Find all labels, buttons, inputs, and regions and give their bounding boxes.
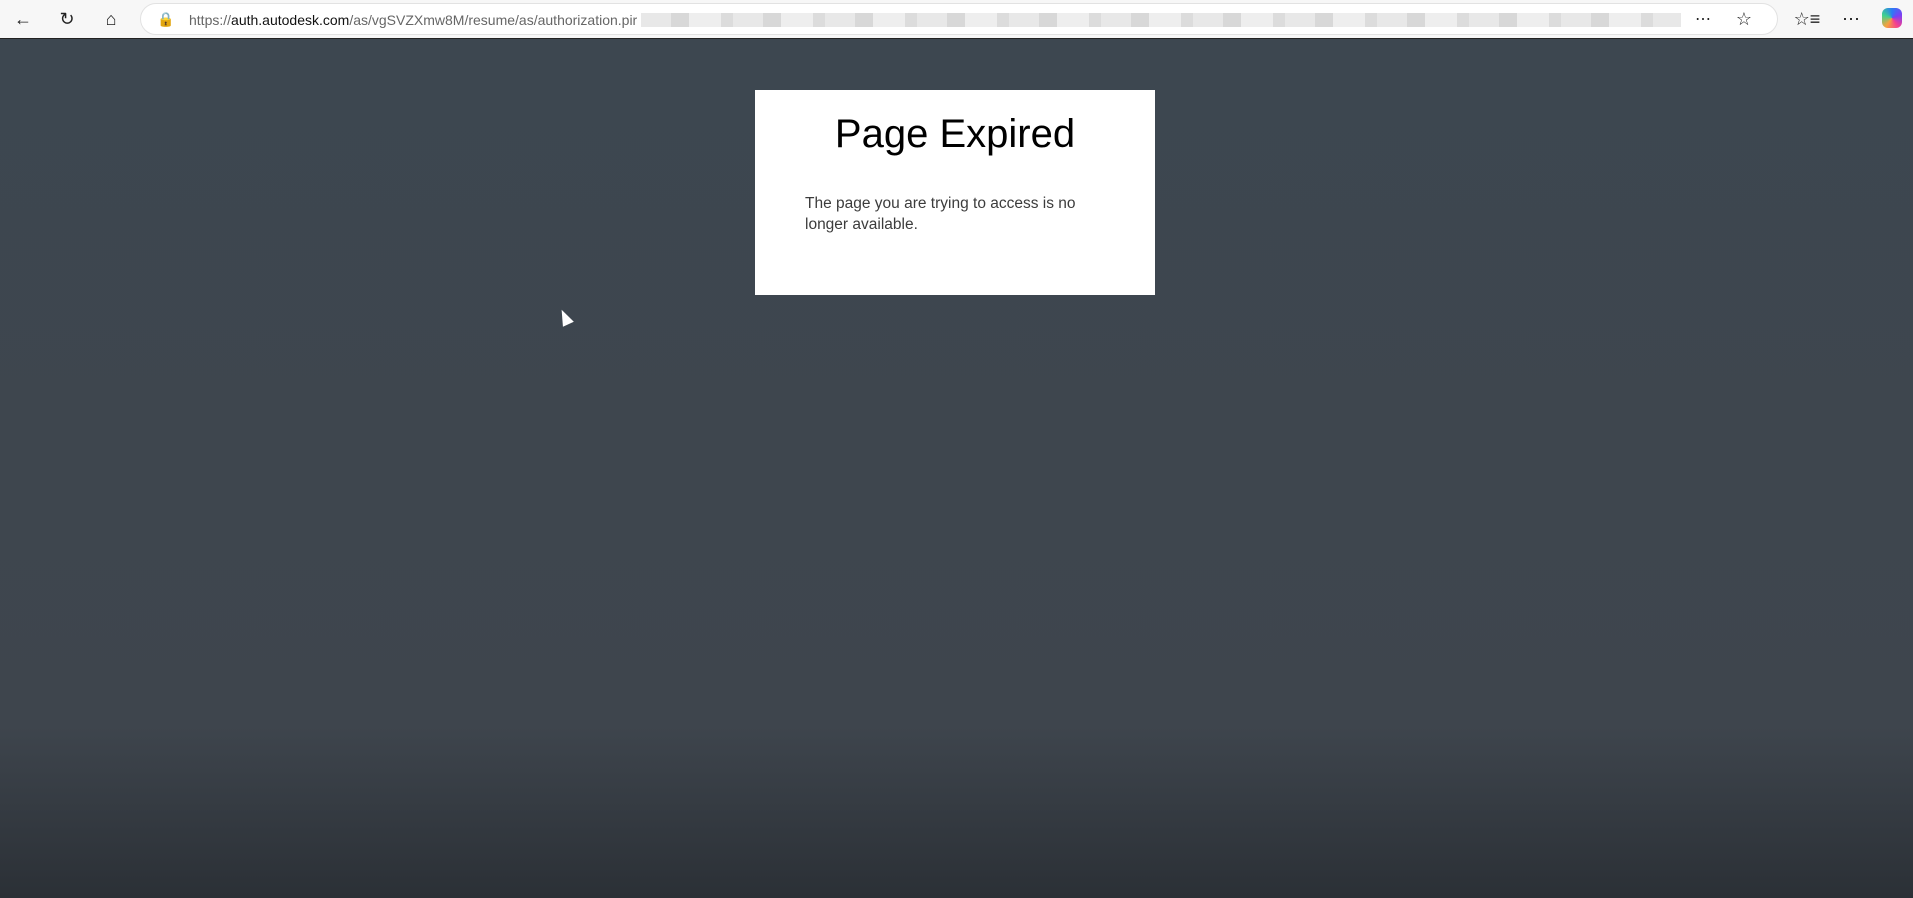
url-scheme: https:// <box>189 12 232 28</box>
back-icon[interactable]: ← <box>8 5 38 33</box>
address-bar[interactable]: 🔒 https://auth.autodesk.com/as/vgSVZXmw8… <box>140 3 1778 35</box>
favorites-list-icon[interactable]: ☆≡ <box>1792 5 1822 33</box>
expired-card: Page Expired The page you are trying to … <box>755 90 1155 295</box>
refresh-icon[interactable]: ↻ <box>52 5 82 33</box>
mouse-cursor-icon <box>556 307 574 327</box>
url-text[interactable]: https://auth.autodesk.com/as/vgSVZXmw8M/… <box>189 12 637 28</box>
copilot-icon[interactable] <box>1882 8 1902 28</box>
page-title: Page Expired <box>834 112 1076 156</box>
page-background: Page Expired The page you are trying to … <box>0 38 1913 898</box>
blurred-url-segment <box>641 13 1681 27</box>
expired-message: The page you are trying to access is no … <box>805 195 1076 233</box>
url-path: /as/vgSVZXmw8M/resume/as/authorization.p… <box>349 12 638 28</box>
lock-icon[interactable]: 🔒 <box>151 5 181 33</box>
read-aloud-icon[interactable]: ⋯ <box>1688 5 1718 33</box>
url-host: auth.autodesk.com <box>231 12 350 28</box>
browser-toolbar: ← ↻ ⌂ 🔒 https://auth.autodesk.com/as/vgS… <box>0 0 1913 38</box>
favorite-star-icon[interactable]: ☆ <box>1729 5 1759 33</box>
home-icon[interactable]: ⌂ <box>96 5 126 33</box>
more-icon[interactable]: ⋯ <box>1836 5 1866 33</box>
